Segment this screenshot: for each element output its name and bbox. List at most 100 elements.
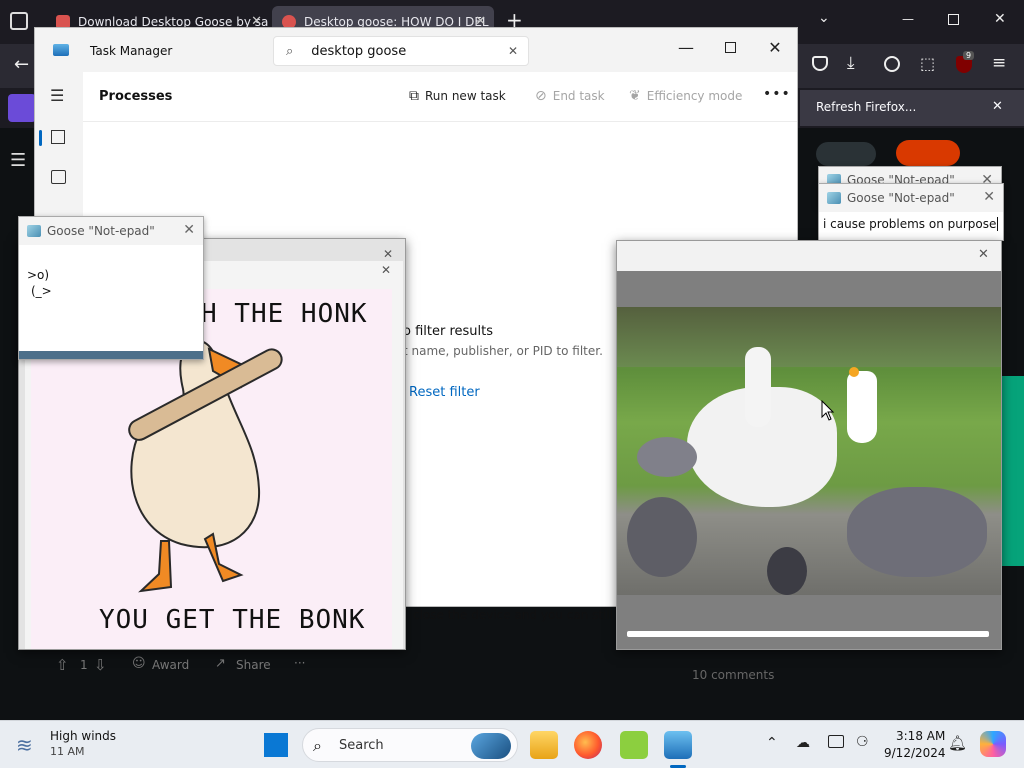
processes-nav-icon[interactable] [51, 130, 65, 144]
file-explorer-icon[interactable] [530, 731, 558, 759]
post-text-snippet: close the device and you can still [413, 608, 614, 622]
pigeon-4 [637, 437, 697, 477]
close-notepad-icon[interactable]: ✕ [183, 222, 195, 238]
page-chip [816, 142, 876, 166]
reset-filter-link[interactable]: Reset filter [409, 385, 480, 400]
notification-bell-icon[interactable]: 🔔︎ [948, 734, 967, 752]
clock-time[interactable]: 3:18 AM [896, 729, 945, 743]
award-icon[interactable]: ☺ [132, 656, 146, 671]
search-icon: ⌕ [286, 43, 294, 59]
close-banner-icon[interactable]: ✕ [992, 99, 1003, 114]
white-goose-sprite [847, 371, 877, 443]
refresh-firefox-button[interactable]: Refresh Firefox... [816, 100, 916, 114]
onedrive-icon[interactable]: ☁ [796, 735, 810, 751]
display-icon[interactable] [828, 735, 844, 748]
tab-overview-icon[interactable] [10, 12, 28, 30]
command-bar: Processes ⧉ Run new task ⊘ End task ❦ Ef… [83, 72, 797, 122]
green-side-panel [1000, 376, 1024, 566]
share-icon[interactable]: ↗ [215, 656, 226, 671]
download-icon[interactable]: ⤓ [847, 53, 855, 73]
restore-icon[interactable] [948, 14, 959, 25]
weather-subtitle: 11 AM [50, 745, 85, 758]
chevron-up-icon[interactable]: ⌃ [766, 735, 778, 751]
menu-icon[interactable]: ≡ [992, 53, 1006, 73]
refresh-firefox-banner: Refresh Firefox... ✕ [800, 90, 1024, 126]
more-options-button[interactable]: ··· [294, 656, 305, 670]
clear-search-icon[interactable]: ✕ [508, 44, 518, 58]
extension-badge: 9 [963, 51, 975, 60]
goose-photo [617, 307, 1001, 595]
comments-count[interactable]: 10 comments [692, 668, 774, 682]
account-icon[interactable] [884, 56, 900, 72]
search-highlight-icon [471, 733, 511, 759]
minimize-button[interactable]: — [671, 34, 701, 60]
chevron-down-icon[interactable]: ⌄ [818, 10, 830, 26]
hamburger-icon[interactable]: ☰ [10, 150, 26, 171]
close-notepad-icon[interactable]: ✕ [983, 189, 995, 205]
windows-start-icon[interactable] [264, 733, 288, 757]
search-input[interactable]: desktop goose [311, 44, 406, 59]
maximize-icon [724, 41, 736, 53]
close-window-icon[interactable]: ✕ [381, 263, 391, 277]
search-icon: ⌕ [313, 736, 322, 755]
window-title: Task Manager [90, 44, 173, 58]
taskbar-search-label: Search [339, 738, 384, 753]
more-options-button[interactable]: ••• [763, 86, 791, 102]
nav-active-indicator [39, 130, 42, 146]
reddit-header-button[interactable] [896, 140, 960, 166]
close-button[interactable]: ✕ [760, 34, 790, 60]
end-task-button[interactable]: ⊘ End task [535, 88, 605, 104]
notepad-title: Goose "Not-epad" [847, 191, 955, 205]
notes-app-icon[interactable] [620, 731, 648, 759]
windows-taskbar: ≋ High winds 11 AM ⌕ Search ⌃ ☁ ⚆ 3:18 A… [0, 720, 1024, 768]
maximize-button[interactable] [715, 34, 745, 60]
task-manager-app-icon [53, 44, 69, 56]
notepad-icon [27, 225, 41, 237]
notepad-title: Goose "Not-epad" [47, 224, 155, 238]
meme-top-text: H THE HONK [201, 299, 368, 329]
run-new-task-button[interactable]: ⧉ Run new task [409, 88, 506, 104]
taskbar-search-box[interactable]: ⌕ Search [302, 728, 518, 762]
mouse-cursor-icon [821, 400, 835, 421]
ascii-goose-line-2: (_> [31, 284, 52, 298]
close-window-icon[interactable]: ✕ [978, 247, 989, 262]
end-task-label: End task [552, 89, 605, 103]
downvote-icon[interactable]: ⇩ [94, 656, 107, 674]
performance-nav-icon[interactable] [51, 170, 66, 184]
goose-photo-window: ✕ [616, 240, 1002, 650]
minimize-icon[interactable]: — [902, 12, 914, 26]
notepad-text-area[interactable]: i cause problems on purpose [823, 217, 999, 231]
ascii-goose-line-1: >o) [27, 268, 50, 282]
efficiency-mode-label: Efficiency mode [646, 89, 743, 103]
leaf-icon: ❦ [629, 88, 641, 104]
back-arrow-icon[interactable]: ← [14, 54, 29, 75]
share-button[interactable]: Share [236, 658, 271, 672]
copilot-icon[interactable] [980, 731, 1006, 757]
close-window-icon[interactable]: ✕ [994, 11, 1006, 27]
nav-menu-icon[interactable]: ☰ [50, 86, 64, 105]
wind-weather-icon[interactable]: ≋ [16, 733, 33, 757]
efficiency-mode-button[interactable]: ❦ Efficiency mode [629, 88, 742, 104]
section-title: Processes [99, 89, 173, 104]
notepad-icon [827, 192, 841, 204]
extensions-icon[interactable]: ⬚ [920, 54, 935, 73]
goose-neck [745, 347, 771, 427]
goose-sprite-beak [849, 367, 859, 377]
pigeon-1 [627, 497, 697, 577]
network-icon[interactable]: ⚆ [856, 734, 869, 750]
run-task-icon: ⧉ [409, 88, 419, 104]
goose-notepad-window-left: Goose "Not-epad" ✕ >o) (_> [18, 216, 204, 360]
no-results-title: o filter results [403, 324, 494, 339]
award-button[interactable]: Award [152, 658, 189, 672]
pigeon-2 [847, 487, 987, 577]
pocket-icon[interactable] [812, 56, 828, 71]
weather-title[interactable]: High winds [50, 729, 116, 743]
notepad-text-area[interactable]: >o) (_> [27, 267, 52, 299]
process-search-box[interactable]: ⌕ desktop goose ✕ [273, 36, 529, 66]
task-manager-taskbar-icon[interactable] [664, 731, 692, 759]
clock-date[interactable]: 9/12/2024 [884, 746, 946, 760]
close-window-icon[interactable]: ✕ [383, 247, 393, 261]
upvote-icon[interactable]: ⇧ [56, 656, 69, 674]
firefox-icon[interactable] [574, 731, 602, 759]
task-manager-titlebar: Task Manager ⌕ desktop goose ✕ — ✕ [35, 28, 797, 72]
